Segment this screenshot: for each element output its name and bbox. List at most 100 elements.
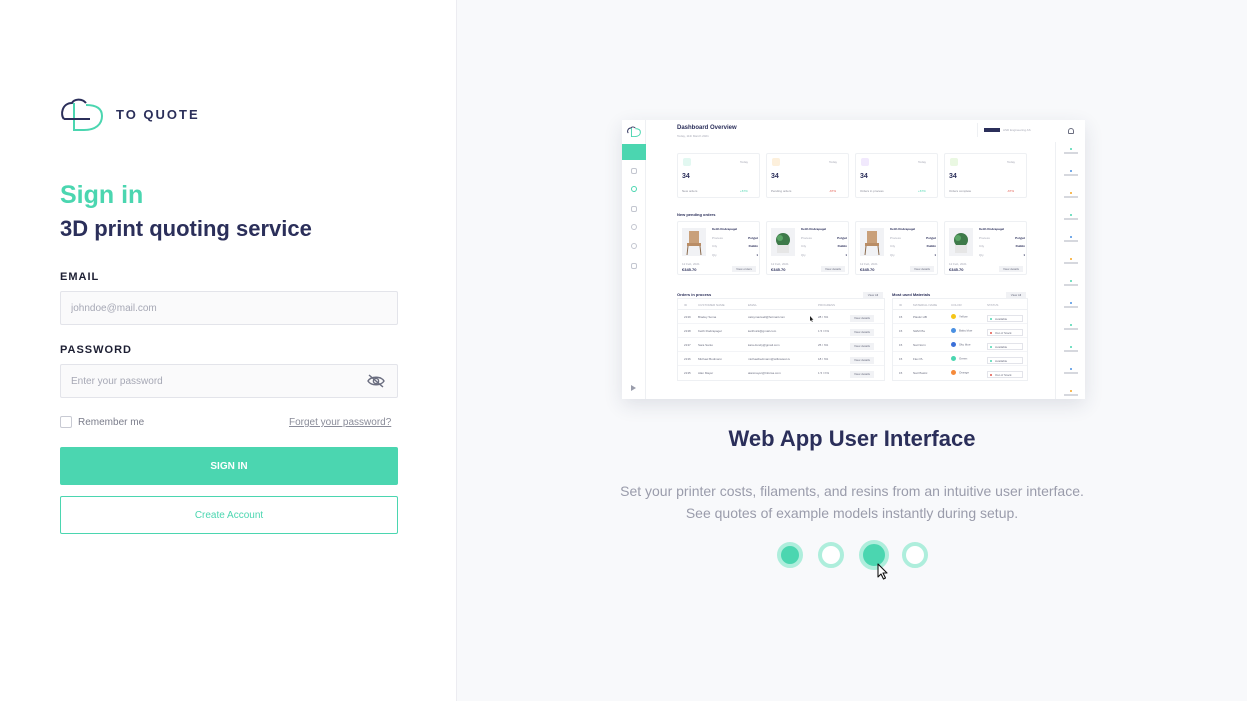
table-row: 2135 Alan Mayer alanmayer@Inforsa.com 1 5 /…	[678, 366, 884, 380]
stat-card: Today 34 New orders +67%	[677, 153, 760, 198]
order-customer: Keith Rodzapagel	[979, 227, 1005, 231]
signin-button[interactable]: SIGN IN	[60, 447, 398, 485]
order-qty-label: Qty	[890, 253, 895, 257]
order-city: Dublin	[748, 244, 758, 248]
tools-icon	[631, 206, 637, 212]
remember-checkbox[interactable]	[60, 416, 72, 428]
chat-icon	[631, 243, 637, 249]
order-process-label: Process	[801, 236, 812, 240]
brand-name: TO QUOTE	[116, 106, 200, 122]
password-label: PASSWORD	[60, 344, 132, 356]
create-account-button[interactable]: Create Account	[60, 496, 398, 534]
table-row: 15 SHM Pla Baby blue Out of Stock	[893, 324, 1027, 338]
preview-title: Dashboard Overview	[677, 125, 737, 131]
stat-value: 34	[771, 173, 779, 180]
order-process: Polyjet	[837, 236, 847, 240]
stat-value: 34	[860, 173, 868, 180]
order-process: Polyjet	[1015, 236, 1025, 240]
stat-period: Today	[829, 160, 838, 164]
user-icon	[861, 158, 869, 166]
order-process: Polyjet	[926, 236, 936, 240]
order-card: Keith Rodzapagel Process Polyjet City Dubl…	[677, 221, 760, 275]
check-icon	[950, 158, 958, 166]
remember-label: Remember me	[78, 416, 145, 428]
clock-icon	[772, 158, 780, 166]
email-label: EMAIL	[60, 271, 100, 283]
cart-icon	[683, 158, 691, 166]
table-row: 15 Nat Plastic Orange Out of Stock	[893, 366, 1027, 380]
chair-image	[860, 228, 884, 256]
carousel-dot-4[interactable]	[902, 542, 928, 568]
stat-value: 34	[682, 173, 690, 180]
table-row: 2137 Sara Santo kara.dundy@gmail.com 25 / h…	[678, 338, 884, 352]
stat-card: Today 34 Orders complete -67%	[944, 153, 1027, 198]
in-process-title: Orders in process	[677, 292, 712, 297]
view-details-button: View details	[910, 266, 934, 272]
stat-label: New orders	[682, 189, 698, 193]
stat-period: Today	[918, 160, 927, 164]
table-row: 2139 Bradey Soma catsymaxwell@hotmail.com 2…	[678, 310, 884, 324]
carousel-panel: Dashboard Overview Today, 11th March 202…	[457, 0, 1247, 701]
order-city-label: City	[801, 244, 807, 248]
order-city-label: City	[979, 244, 985, 248]
preview-nav-active	[622, 144, 646, 160]
order-qty: 1	[934, 253, 936, 257]
order-city-label: City	[712, 244, 718, 248]
brand-logo: TO QUOTE	[60, 97, 200, 131]
carousel-title: Web App User Interface	[728, 426, 976, 451]
stat-card: Today 34 Pending orders -67%	[766, 153, 849, 198]
stat-change: -67%	[1007, 189, 1015, 193]
order-customer: Keith Rodzapagel	[890, 227, 916, 231]
view-details-button: View details	[999, 266, 1023, 272]
remember-me[interactable]: Remember me	[60, 416, 144, 428]
stat-change: +67%	[740, 189, 748, 193]
stat-label: Orders complete	[949, 189, 972, 193]
order-date: 12 Feb, 2021	[949, 262, 967, 266]
email-field[interactable]	[60, 291, 398, 325]
stat-card: Today 34 Orders in process +67%	[855, 153, 938, 198]
view-details-button: View details	[821, 266, 845, 272]
logo-icon	[61, 98, 104, 131]
order-process-label: Process	[890, 236, 901, 240]
table-row: 2138 Keith Rodzapagel keithvick@gmail.com 1…	[678, 324, 884, 338]
activity-panel	[1055, 142, 1085, 399]
order-process-label: Process	[712, 236, 723, 240]
eye-off-icon[interactable]	[366, 373, 386, 389]
chair-image	[682, 228, 706, 256]
order-process: Polyjet	[748, 236, 758, 240]
table-header: ID MATERIAL NAME COLOR STATUS	[893, 299, 1027, 310]
order-city-label: City	[890, 244, 896, 248]
order-card: Keith Rodzapagel Process Polyjet City Dubl…	[944, 221, 1027, 275]
table-row: 15 Nat Norm Sky blue Available	[893, 338, 1027, 352]
stat-period: Today	[740, 160, 749, 164]
order-price: €345.70	[860, 267, 875, 272]
mouse-cursor-icon	[877, 563, 888, 580]
preview-sidebar	[622, 120, 646, 399]
bell-icon	[1068, 128, 1074, 134]
password-field[interactable]	[60, 364, 398, 398]
materials-table: ID MATERIAL NAME COLOR STATUS 15 Plastic …	[892, 298, 1028, 381]
order-qty: 1	[1023, 253, 1025, 257]
settings-icon	[631, 224, 637, 230]
stat-change: -67%	[829, 189, 837, 193]
order-date: 12 Feb, 2021	[771, 262, 789, 266]
company-logo	[984, 128, 1000, 133]
carousel-dot-1[interactable]	[777, 542, 803, 568]
small-cursor-icon	[810, 316, 814, 322]
grid-icon	[631, 168, 637, 174]
table-row: 2136 Michael Bodmann michaelbedmann@willow…	[678, 352, 884, 366]
carousel-pagination	[777, 540, 943, 570]
orders-table: ID CUSTOMER NAME EMAIL PROGRESS 2139 Brad…	[677, 298, 885, 381]
order-city: Dublin	[926, 244, 936, 248]
order-card: Keith Rodzapagel Process Polyjet City Dubl…	[855, 221, 938, 275]
carousel-dot-2[interactable]	[818, 542, 844, 568]
order-price: €345.70	[682, 267, 697, 272]
table-row: 15 Plastic HB Yellow Available	[893, 310, 1027, 324]
order-process-label: Process	[979, 236, 990, 240]
order-price: €345.70	[771, 267, 786, 272]
order-date: 12 Feb, 2021	[682, 262, 700, 266]
table-header: ID CUSTOMER NAME EMAIL PROGRESS	[678, 299, 884, 310]
order-price: €345.70	[949, 267, 964, 272]
forgot-password-link[interactable]: Forget your password?	[289, 417, 391, 428]
stat-label: Orders in process	[860, 189, 884, 193]
